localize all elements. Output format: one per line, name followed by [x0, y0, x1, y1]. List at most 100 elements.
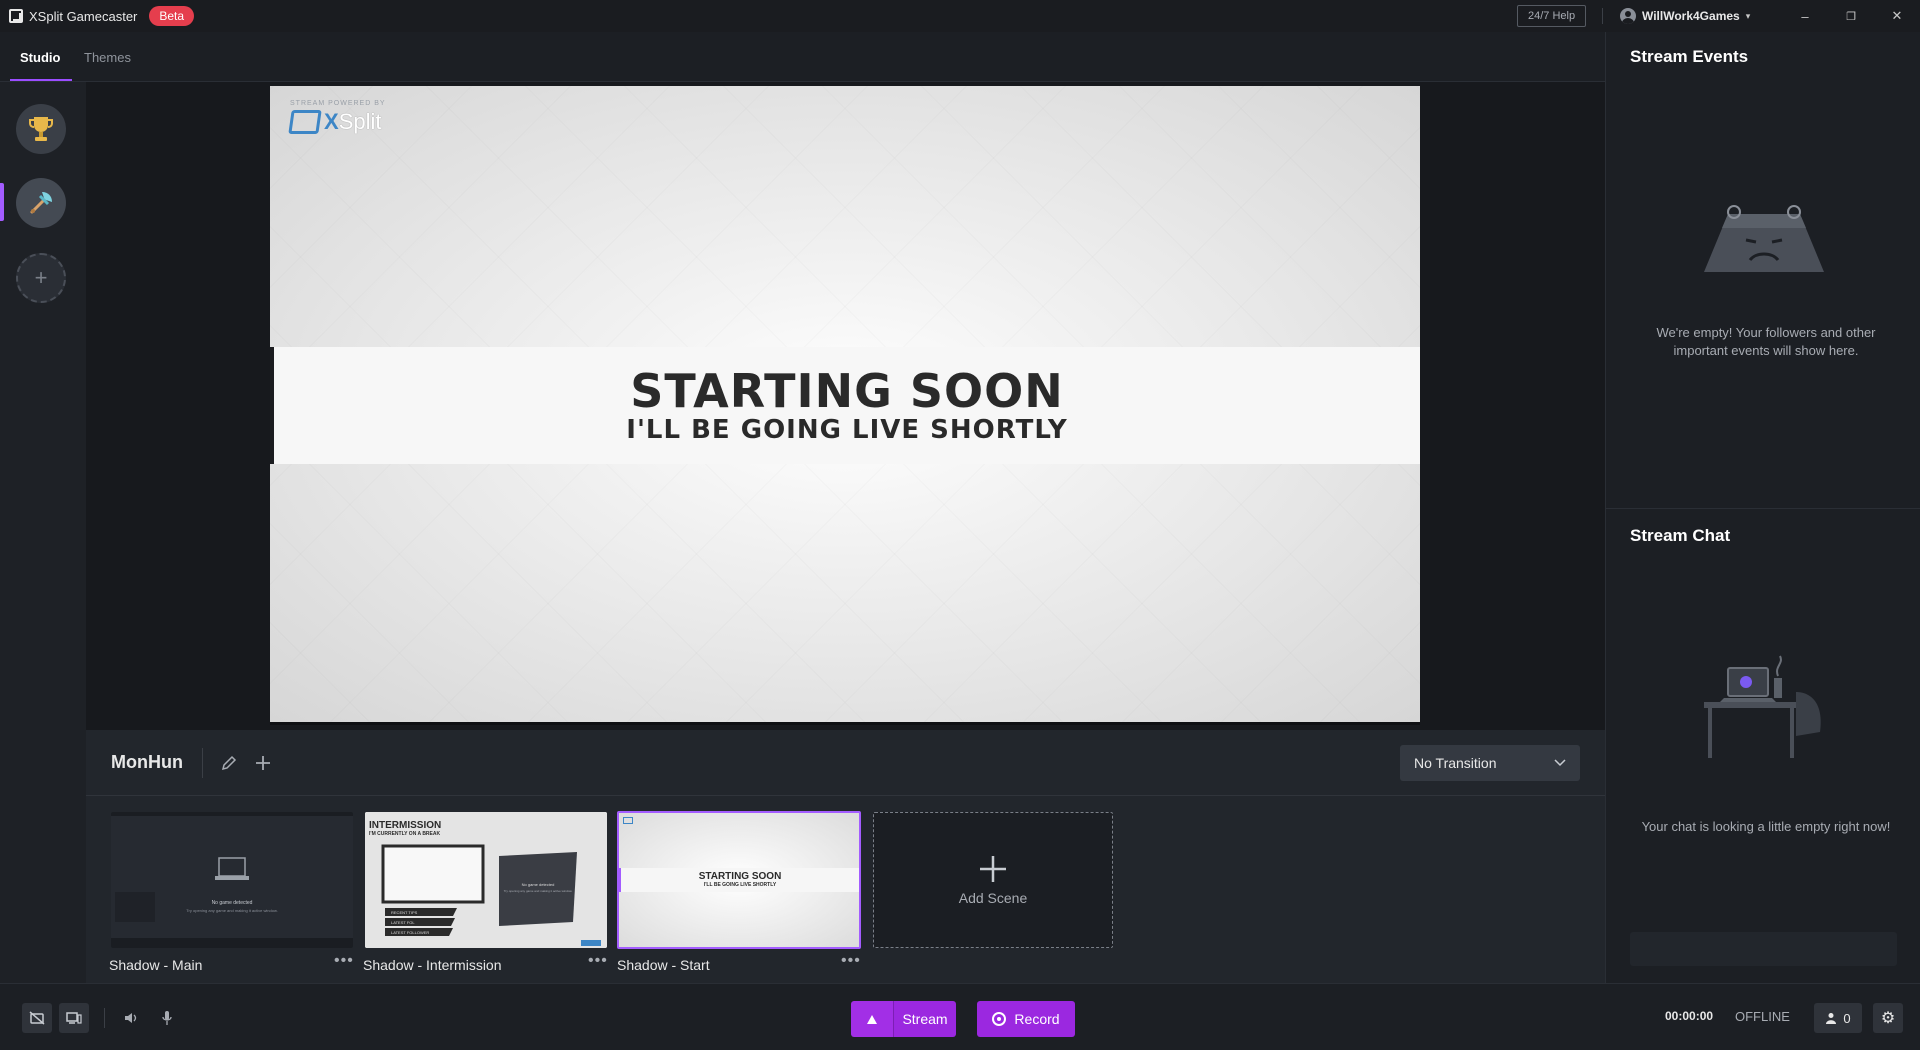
start-thumb-headline: STARTING SOON [698, 870, 782, 882]
xsplit-mini-icon [623, 817, 633, 824]
scene-thumb-start[interactable]: STARTING SOON I'LL BE GOING LIVE SHORTLY [617, 811, 861, 949]
monster-hunter-icon [30, 192, 52, 214]
add-scene-label: Add Scene [958, 890, 1028, 906]
plus-icon [980, 856, 1006, 882]
account-menu[interactable]: WillWork4Games ▾ [1620, 0, 1750, 32]
username: WillWork4Games [1642, 9, 1740, 23]
xsplit-mark-icon [288, 110, 322, 134]
microphone-button[interactable] [152, 1003, 182, 1033]
tab-themes[interactable]: Themes [84, 32, 131, 82]
intermission-list-3: LATEST FOLLOWER [391, 930, 430, 935]
scene-header: MonHun No Transition [86, 730, 1605, 796]
speaker-icon [125, 1013, 137, 1023]
intermission-subtitle: I'M CURRENTLY ON A BREAK [369, 831, 441, 837]
scene-label-main[interactable]: Shadow - Main [109, 957, 202, 973]
stream-settings-button[interactable] [851, 1001, 894, 1037]
pencil-icon [221, 755, 237, 771]
intermission-list-1: RECENT TIPS [391, 910, 418, 915]
help-button[interactable]: 24/7 Help [1517, 5, 1587, 27]
warning-triangle-icon [867, 1014, 877, 1024]
chat-empty-text: Your chat is looking a little empty righ… [1641, 819, 1891, 834]
stream-events-title: Stream Events [1630, 47, 1749, 66]
scene-thumb-main[interactable]: No game detected Try opening any game an… [111, 812, 353, 948]
xsplit-watermark: STREAM POWERED BY XSplit [288, 100, 386, 135]
settings-button[interactable]: ⚙ [1873, 1003, 1903, 1033]
user-avatar-icon [1620, 8, 1636, 24]
scene-header-divider [202, 748, 203, 778]
record-label: Record [1014, 1011, 1060, 1027]
scene-collection-name: MonHun [111, 752, 183, 772]
stream-chat-title: Stream Chat [1630, 526, 1731, 545]
scene-main-caption: No game detected [211, 900, 253, 906]
right-panel: Stream Events We're empty! Your follower… [1605, 32, 1920, 983]
person-icon [1826, 1013, 1837, 1024]
game-profile-monhun[interactable] [16, 178, 66, 228]
xsplit-logo-icon [9, 9, 23, 23]
add-game-button[interactable]: + [16, 253, 66, 303]
transition-select[interactable]: No Transition [1400, 745, 1580, 781]
chat-input[interactable] [1630, 932, 1897, 966]
viewer-count: 0 [1843, 1010, 1851, 1026]
tab-strip: Studio Themes [0, 32, 1605, 82]
scene-label-intermission[interactable]: Shadow - Intermission [363, 957, 502, 973]
empty-calendar-icon [1704, 205, 1824, 272]
chevron-down-icon: ▾ [1745, 10, 1751, 21]
record-button[interactable]: Record [977, 1001, 1075, 1037]
viewer-count-button[interactable]: 0 [1814, 1003, 1862, 1033]
bottom-bar: Stream Record 00:00:00 OFFLINE 0 ⚙ [0, 983, 1920, 1050]
add-scene-button[interactable]: Add Scene [873, 812, 1113, 948]
events-empty-text: We're empty! Your followers and other im… [1656, 325, 1876, 358]
webcam-toggle-button[interactable] [22, 1003, 52, 1033]
banner-subline: I'LL BE GOING LIVE SHORTLY [626, 414, 1068, 445]
brand-x: X [324, 109, 339, 134]
close-button[interactable]: ✕ [1874, 0, 1920, 32]
restore-button[interactable]: ❐ [1828, 0, 1874, 32]
chevron-down-icon [1554, 759, 1566, 767]
app-title: XSplit Gamecaster [29, 8, 138, 24]
edit-collection-button[interactable] [218, 752, 240, 774]
scene-preview[interactable]: STREAM POWERED BY XSplit STARTING SOON I… [270, 86, 1420, 725]
banner-headline: STARTING SOON [630, 363, 1064, 418]
trophy-icon [29, 117, 53, 141]
camera-off-icon [29, 1011, 45, 1025]
brand-split: Split [338, 109, 382, 134]
intermission-box-detail: Try opening any game and making it activ… [503, 889, 573, 893]
bottom-divider [104, 1008, 105, 1028]
gear-icon: ⚙ [1880, 1010, 1896, 1027]
scene-thumb-intermission[interactable]: INTERMISSION I'M CURRENTLY ON A BREAK No… [365, 812, 607, 948]
intermission-list-2: LATEST FOL [391, 920, 415, 925]
stream-timer: 00:00:00 [1665, 1009, 1714, 1023]
source-toggle-button[interactable] [59, 1003, 89, 1033]
active-tab-indicator [10, 79, 72, 81]
intermission-box-text: No game detected [521, 882, 555, 887]
xsplit-brand: XSplit [288, 109, 386, 135]
xsplit-wordmark: XSplit [324, 109, 381, 135]
titlebar-divider [1602, 8, 1603, 24]
beta-badge: Beta [149, 6, 195, 26]
scene-menu-main[interactable]: ••• [334, 952, 354, 970]
right-panel-divider [1606, 508, 1920, 509]
starting-soon-banner: STARTING SOON I'LL BE GOING LIVE SHORTLY [270, 347, 1420, 464]
start-thumb-subline: I'LL BE GOING LIVE SHORTLY [703, 881, 777, 888]
powered-by-text: STREAM POWERED BY [290, 100, 386, 107]
intermission-title: INTERMISSION [369, 820, 442, 831]
display-icon [66, 1012, 82, 1024]
stream-status: OFFLINE [1735, 1009, 1790, 1024]
tab-studio[interactable]: Studio [20, 32, 60, 82]
add-collection-button[interactable] [252, 752, 274, 774]
scene-menu-start[interactable]: ••• [841, 952, 861, 970]
scene-label-start[interactable]: Shadow - Start [617, 957, 710, 973]
speaker-button[interactable] [116, 1003, 146, 1033]
minimize-button[interactable]: – [1782, 0, 1828, 32]
plus-icon [256, 756, 270, 770]
stream-label: Stream [894, 1001, 956, 1037]
game-profile-trophy[interactable] [16, 104, 66, 154]
rail-active-indicator [0, 183, 4, 221]
microphone-icon [162, 1011, 172, 1025]
stream-button[interactable]: Stream [851, 1001, 956, 1037]
scene-menu-intermission[interactable]: ••• [588, 952, 608, 970]
start-thumb-banner: STARTING SOON I'LL BE GOING LIVE SHORTLY [619, 868, 859, 892]
transition-value: No Transition [1414, 755, 1497, 771]
title-bar: XSplit Gamecaster Beta 24/7 Help WillWor… [0, 0, 1920, 32]
scene-main-detail: Try opening any game and making it activ… [186, 908, 278, 913]
